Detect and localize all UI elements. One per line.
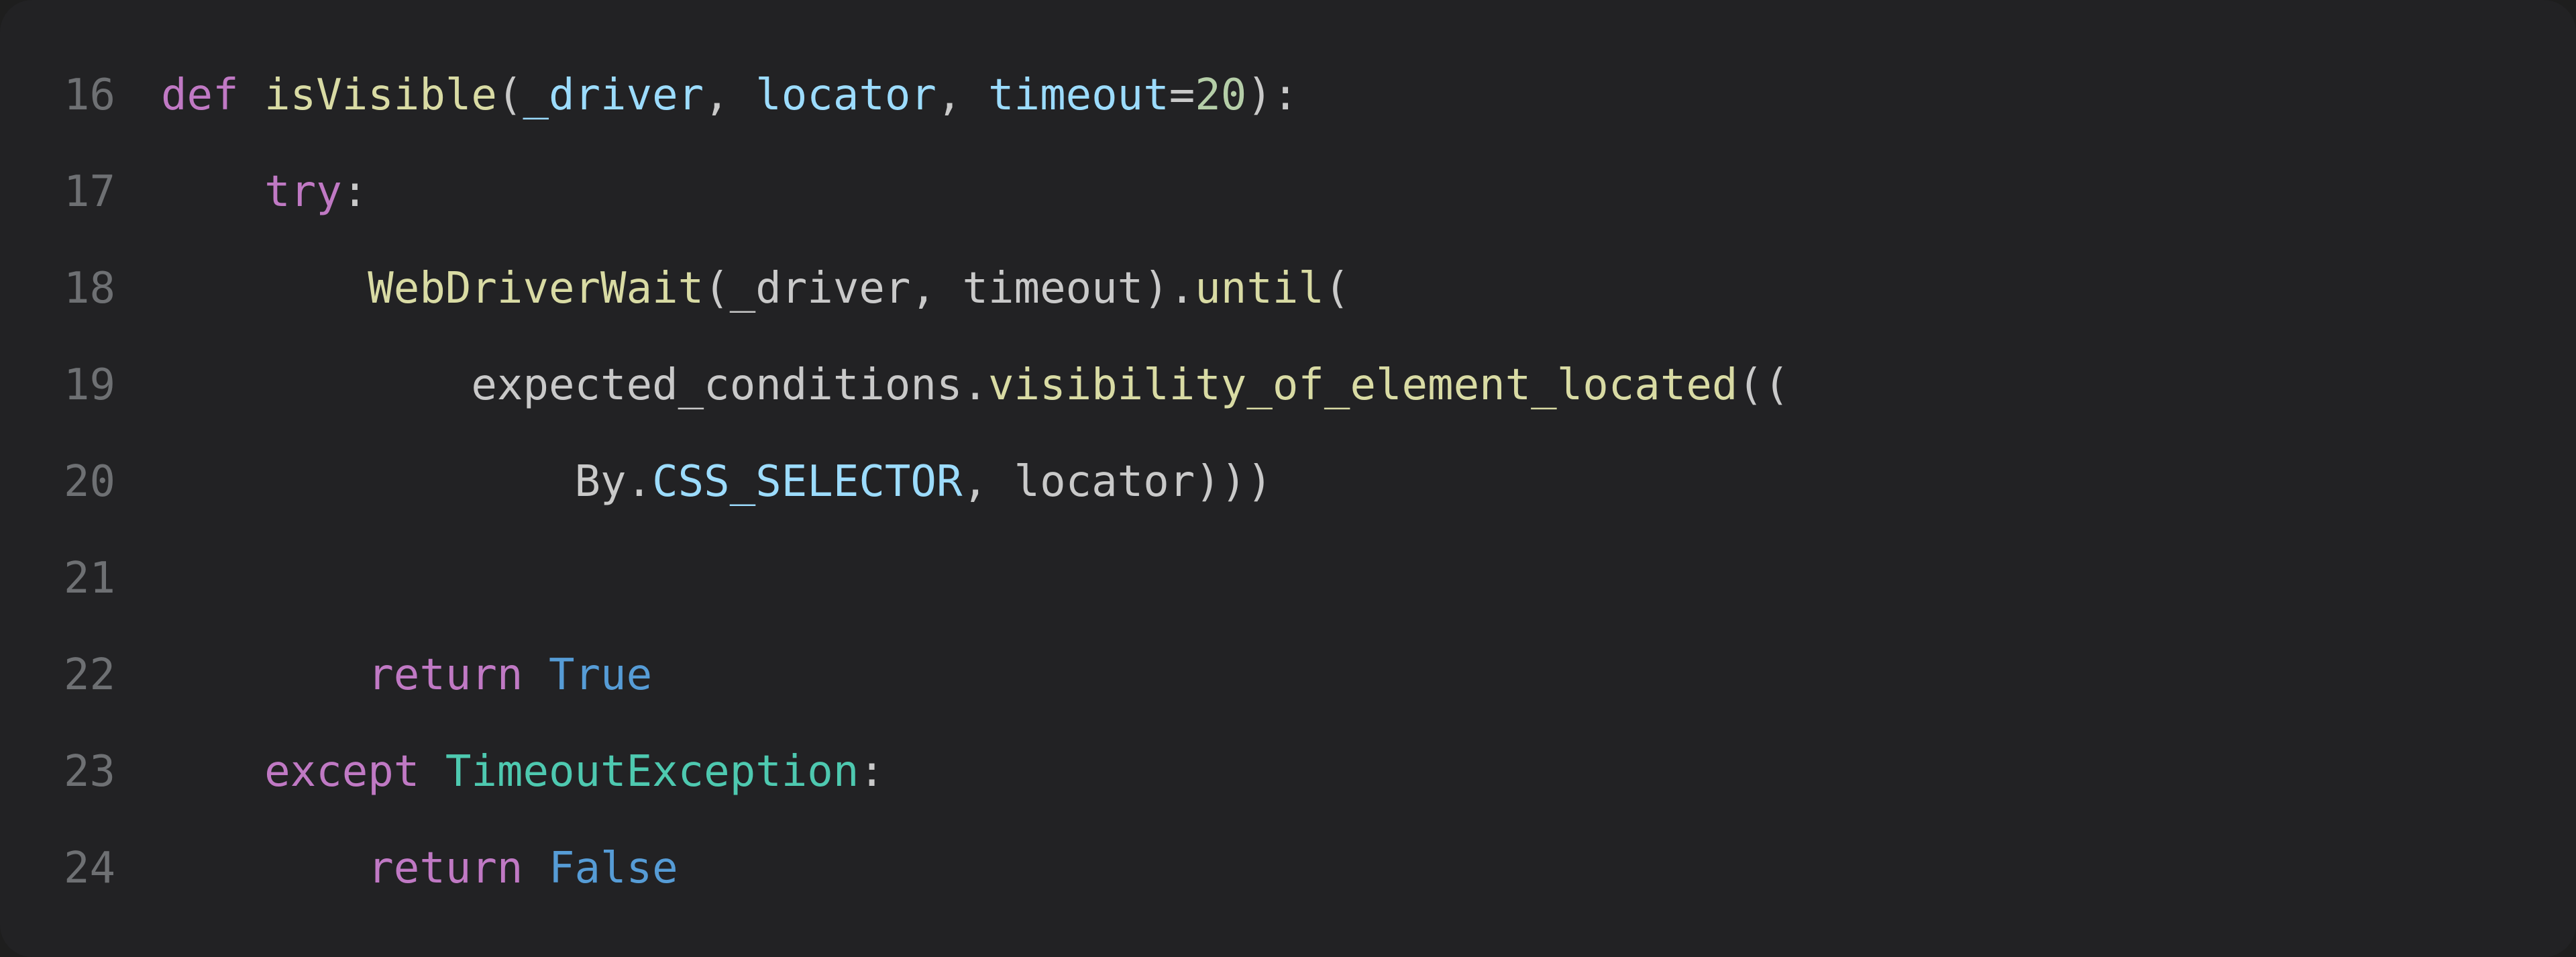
token: 20 (1195, 70, 1246, 120)
line-number: 20 (0, 434, 161, 530)
line-number: 19 (0, 337, 161, 434)
code-content[interactable]: By.CSS_SELECTOR, locator))) (161, 434, 2576, 530)
line-number: 23 (0, 723, 161, 820)
code-line[interactable]: 23 except TimeoutException: (0, 723, 2576, 820)
token: ( (704, 264, 730, 313)
token: try (264, 167, 342, 217)
code-content[interactable]: try: (161, 144, 2576, 240)
line-number: 21 (0, 530, 161, 627)
token: WebDriverWait (368, 264, 704, 313)
token: ( (1324, 264, 1350, 313)
token: locator (1014, 457, 1195, 507)
code-editor[interactable]: 16def isVisible(_driver, locator, timeou… (0, 0, 2576, 957)
indent (161, 457, 575, 507)
line-number: 22 (0, 627, 161, 723)
indent (161, 844, 368, 893)
token: , (936, 70, 988, 120)
token: def (161, 70, 264, 120)
code-line[interactable]: 17 try: (0, 144, 2576, 240)
token: , (704, 70, 755, 120)
token: timeout (988, 70, 1169, 120)
token: expected_conditions (471, 360, 962, 410)
code-line[interactable]: 18 WebDriverWait(_driver, timeout).until… (0, 240, 2576, 337)
indent (161, 650, 368, 700)
token: isVisible (264, 70, 497, 120)
code-content[interactable]: return False (161, 820, 2576, 917)
token: ))) (1195, 457, 1273, 507)
token: ): (1246, 70, 1298, 120)
token: (( (1737, 360, 1789, 410)
code-content[interactable]: def isVisible(_driver, locator, timeout=… (161, 47, 2576, 144)
token: True (549, 650, 652, 700)
token: locator (755, 70, 936, 120)
token: : (342, 167, 368, 217)
token: CSS_SELECTOR (652, 457, 962, 507)
token: ). (1143, 264, 1195, 313)
code-content[interactable]: except TimeoutException: (161, 723, 2576, 820)
token: False (549, 844, 678, 893)
token: . (962, 360, 988, 410)
token: : (859, 747, 885, 797)
token: except (264, 747, 445, 797)
token: until (1195, 264, 1324, 313)
token: visibility_of_element_located (988, 360, 1737, 410)
line-number: 16 (0, 47, 161, 144)
code-content[interactable]: return True (161, 627, 2576, 723)
code-line[interactable]: 16def isVisible(_driver, locator, timeou… (0, 47, 2576, 144)
token: ( (497, 70, 523, 120)
token: _driver (730, 264, 911, 313)
indent (161, 167, 264, 217)
code-line[interactable]: 22 return True (0, 627, 2576, 723)
code-line[interactable]: 21 (0, 530, 2576, 627)
line-number: 17 (0, 144, 161, 240)
token: TimeoutException (445, 747, 859, 797)
code-content[interactable]: WebDriverWait(_driver, timeout).until( (161, 240, 2576, 337)
line-number: 24 (0, 820, 161, 917)
code-line[interactable]: 24 return False (0, 820, 2576, 917)
token: return (368, 650, 549, 700)
code-content[interactable]: expected_conditions.visibility_of_elemen… (161, 337, 2576, 434)
token: . (627, 457, 653, 507)
indent (161, 747, 264, 797)
code-line[interactable]: 20 By.CSS_SELECTOR, locator))) (0, 434, 2576, 530)
indent (161, 360, 471, 410)
indent (161, 264, 368, 313)
token: By (575, 457, 627, 507)
token: return (368, 844, 549, 893)
token: , (910, 264, 962, 313)
token: = (1169, 70, 1195, 120)
token: _driver (523, 70, 704, 120)
token: , (962, 457, 1014, 507)
line-number: 18 (0, 240, 161, 337)
code-line[interactable]: 19 expected_conditions.visibility_of_ele… (0, 337, 2576, 434)
token: timeout (962, 264, 1143, 313)
